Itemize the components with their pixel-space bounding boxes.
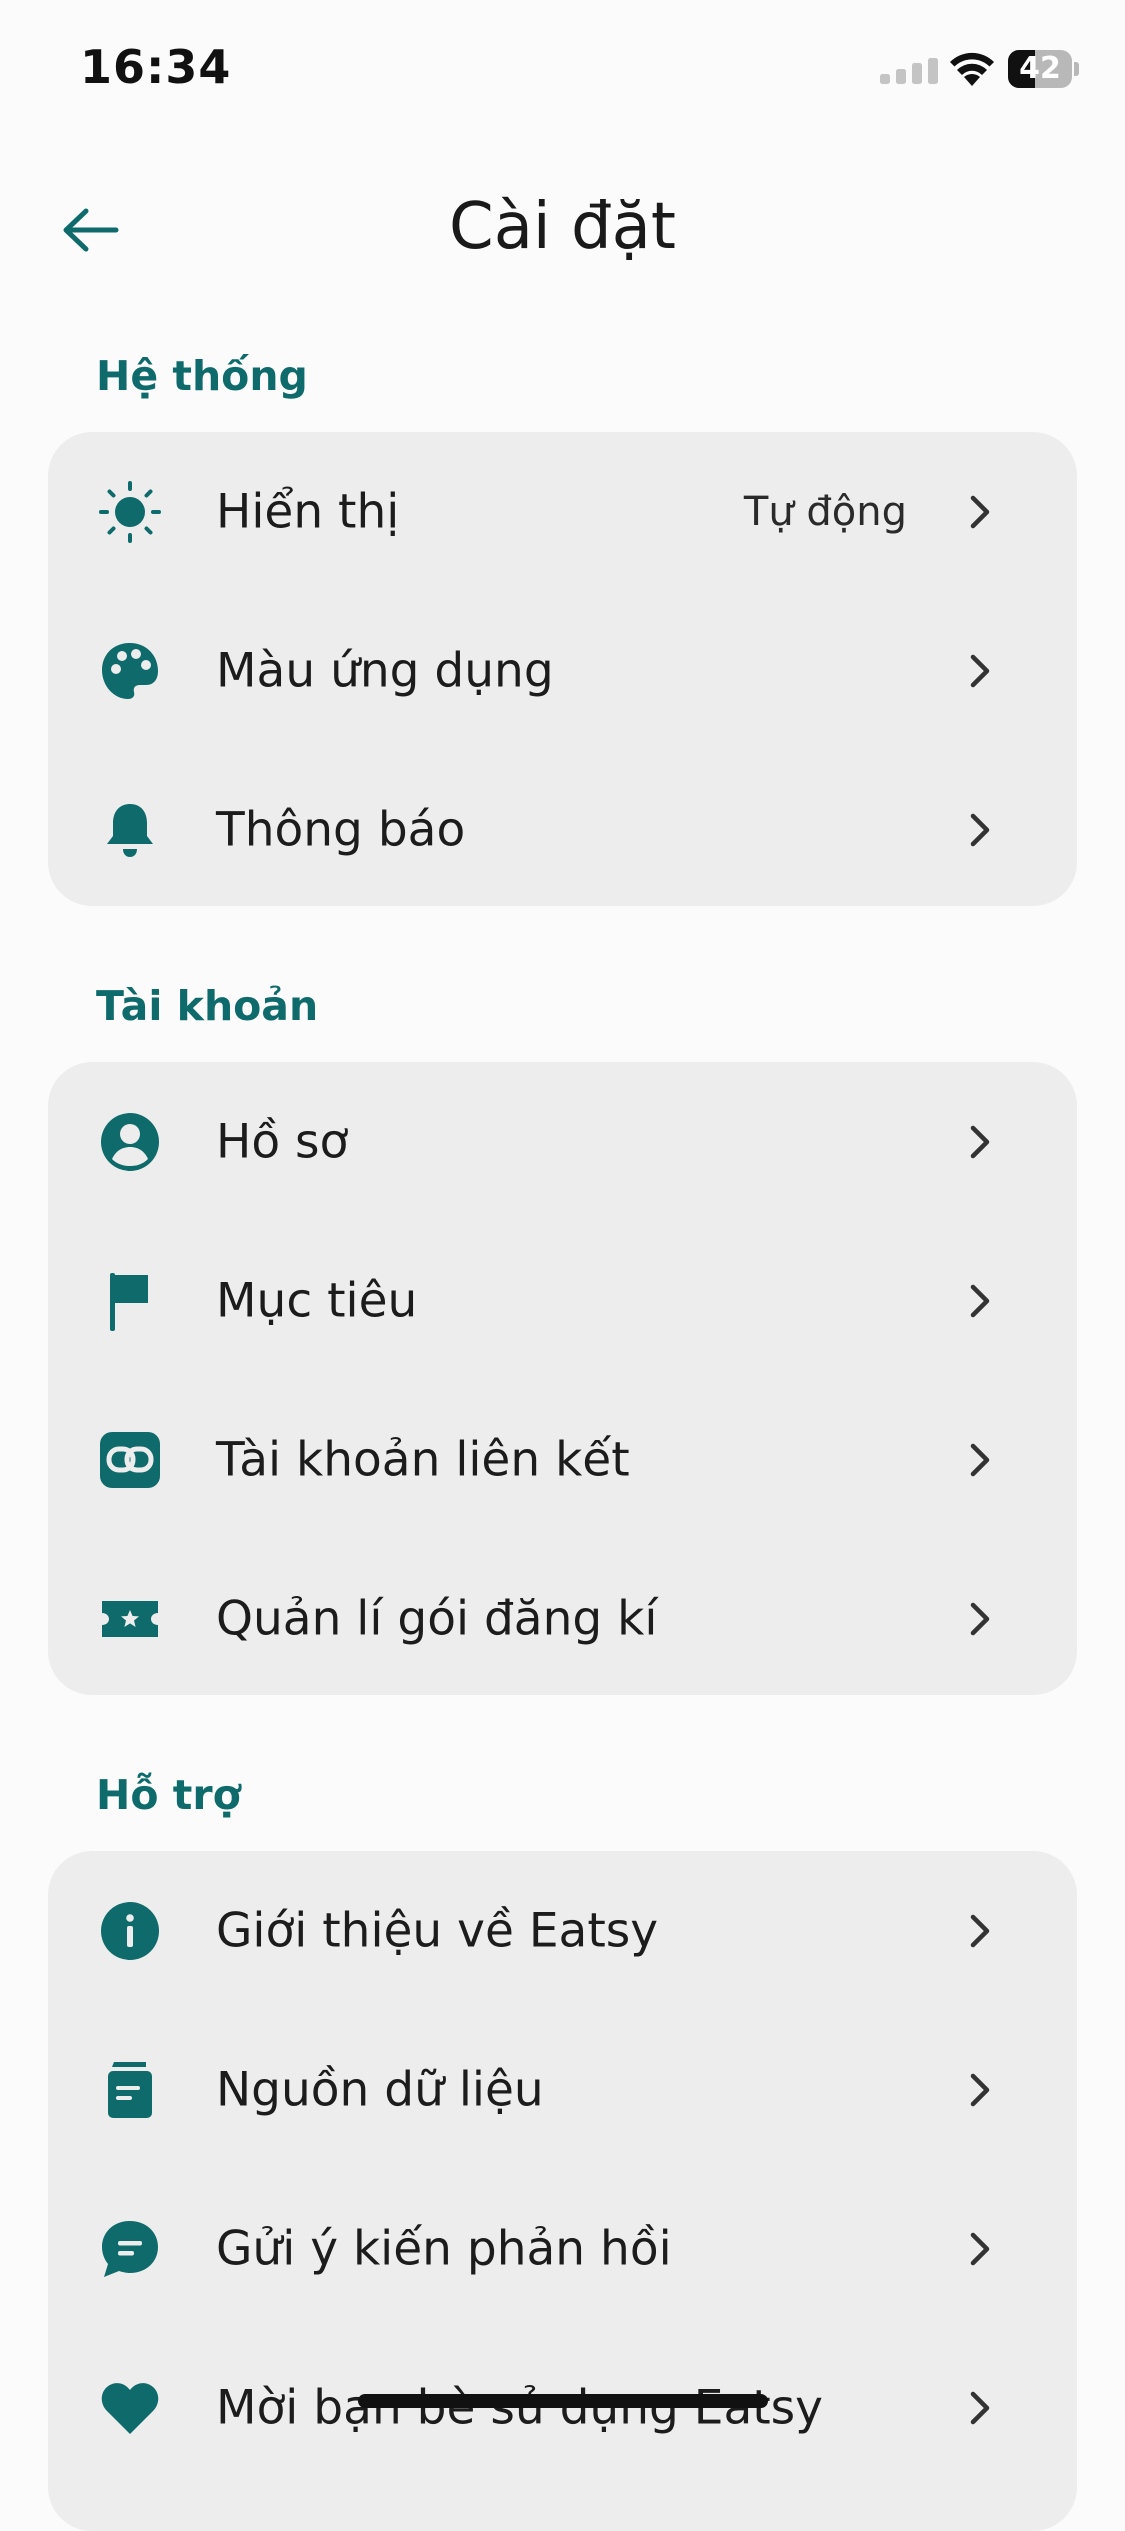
settings-row-label: Thông báo: [216, 802, 466, 857]
section-title-account: Tài khoản: [96, 982, 319, 1030]
settings-row-label: Tài khoản liên kết: [216, 1432, 630, 1487]
settings-row-subscription[interactable]: Quản lí gói đăng kí: [48, 1539, 1077, 1698]
account-settings-card: Hồ sơ Mục tiêu Tài khoản liên kết Quản l…: [48, 1062, 1077, 1695]
support-settings-card: Giới thiệu về Eatsy Nguồn dữ liệu Gửi ý …: [48, 1851, 1077, 2531]
link-icon: [98, 1428, 162, 1492]
chevron-right-icon: [970, 1443, 990, 1476]
settings-row-label: Giới thiệu về Eatsy: [216, 1903, 659, 1958]
settings-row-label: Gửi ý kiến phản hồi: [216, 2221, 672, 2276]
heart-icon: [98, 2376, 162, 2440]
flag-icon: [98, 1269, 162, 1333]
battery-indicator: 42: [1008, 50, 1079, 88]
settings-row-label: Hồ sơ: [216, 1114, 349, 1169]
settings-row-display[interactable]: Hiển thị Tự động: [48, 432, 1077, 591]
settings-row-profile[interactable]: Hồ sơ: [48, 1062, 1077, 1221]
status-bar: 16:34 42: [0, 0, 1125, 140]
settings-row-feedback[interactable]: Gửi ý kiến phản hồi: [48, 2169, 1077, 2328]
ticket-icon: [98, 1587, 162, 1651]
settings-row-value: Tự động: [743, 488, 907, 535]
chevron-right-icon: [970, 2391, 990, 2424]
profile-icon: [98, 1110, 162, 1174]
book-icon: [98, 2058, 162, 2122]
app-header: Cài đặt: [0, 170, 1125, 290]
battery-level: 42: [1019, 51, 1061, 86]
feedback-icon: [98, 2217, 162, 2281]
palette-icon: [98, 639, 162, 703]
chevron-right-icon: [970, 1602, 990, 1635]
chevron-right-icon: [970, 1914, 990, 1947]
settings-row-label: Mục tiêu: [216, 1273, 418, 1328]
chevron-right-icon: [970, 1125, 990, 1158]
chevron-right-icon: [970, 2232, 990, 2265]
chevron-right-icon: [970, 813, 990, 846]
chevron-right-icon: [970, 654, 990, 687]
settings-row-label: Hiển thị: [216, 484, 400, 539]
settings-row-label: Quản lí gói đăng kí: [216, 1591, 658, 1646]
info-icon: [98, 1899, 162, 1963]
settings-row-notifications[interactable]: Thông báo: [48, 750, 1077, 909]
page-title: Cài đặt: [449, 190, 676, 264]
settings-row-label: Màu ứng dụng: [216, 643, 554, 698]
settings-row-goals[interactable]: Mục tiêu: [48, 1221, 1077, 1380]
settings-row-linked-accounts[interactable]: Tài khoản liên kết: [48, 1380, 1077, 1539]
settings-row-label: Nguồn dữ liệu: [216, 2062, 544, 2117]
status-time: 16:34: [80, 40, 232, 94]
wifi-icon: [950, 52, 994, 86]
settings-row-app-color[interactable]: Màu ứng dụng: [48, 591, 1077, 750]
chevron-right-icon: [970, 495, 990, 528]
settings-row-data-sources[interactable]: Nguồn dữ liệu: [48, 2010, 1077, 2169]
brightness-icon: [98, 480, 162, 544]
chevron-right-icon: [970, 2073, 990, 2106]
system-settings-card: Hiển thị Tự động Màu ứng dụng Thông báo: [48, 432, 1077, 906]
settings-row-about[interactable]: Giới thiệu về Eatsy: [48, 1851, 1077, 2010]
home-indicator: [358, 2394, 768, 2408]
section-title-system: Hệ thống: [96, 352, 308, 400]
chevron-right-icon: [970, 1284, 990, 1317]
section-title-support: Hỗ trợ: [96, 1771, 241, 1819]
bell-icon: [98, 798, 162, 862]
cellular-signal-icon: [880, 58, 938, 84]
